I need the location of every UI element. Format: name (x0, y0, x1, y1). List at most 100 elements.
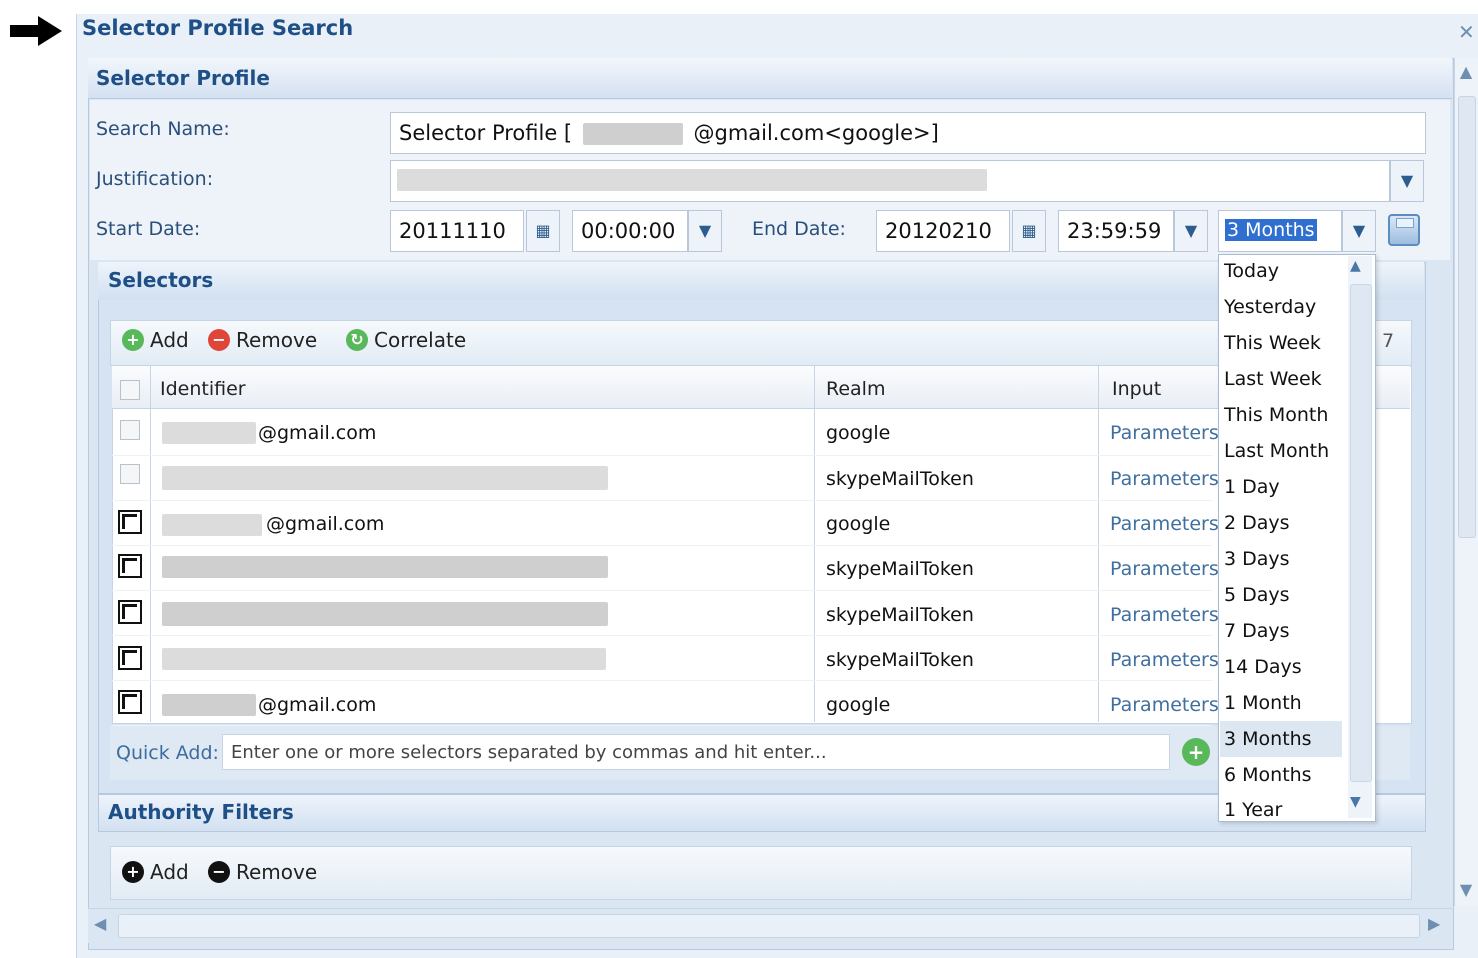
column-header-realm[interactable]: Realm (826, 378, 885, 400)
remove-label: Remove (236, 860, 318, 884)
remove-label: Remove (236, 328, 318, 352)
dropdown-option-selected[interactable]: 3 Months (1220, 721, 1342, 757)
scroll-up-icon[interactable]: ▲ (1350, 258, 1361, 274)
chevron-down-icon[interactable]: ▼ (688, 210, 722, 252)
scroll-left-icon[interactable]: ◀ (94, 914, 106, 933)
realm-cell: google (826, 694, 891, 716)
parameters-link[interactable]: Parameters (1110, 513, 1219, 535)
scroll-right-icon[interactable]: ▶ (1428, 914, 1440, 933)
correlate-icon: ↻ (346, 329, 368, 351)
realm-cell: skypeMailToken (826, 558, 974, 580)
end-date-label: End Date: (752, 218, 846, 240)
parameters-link[interactable]: Parameters (1110, 468, 1219, 490)
column-header-input[interactable]: Input (1112, 378, 1161, 400)
horizontal-scroll-thumb[interactable] (118, 914, 1420, 938)
dropdown-option[interactable]: 7 Days (1224, 613, 1342, 649)
dropdown-option[interactable]: Last Month (1224, 433, 1342, 469)
add-authority-button[interactable]: + Add (122, 860, 189, 884)
search-name-prefix: Selector Profile [ (399, 121, 573, 145)
chevron-down-icon[interactable]: ▼ (1342, 210, 1376, 252)
dropdown-option[interactable]: 14 Days (1224, 649, 1342, 685)
start-date-label: Start Date: (96, 218, 201, 240)
redacted-text (397, 169, 987, 191)
start-date-field[interactable]: 20111110 (390, 210, 524, 252)
dropdown-option[interactable]: 1 Month (1224, 685, 1342, 721)
correlate-button[interactable]: ↻ Correlate (346, 328, 466, 352)
add-label: Add (150, 328, 189, 352)
parameters-link[interactable]: Parameters (1110, 422, 1219, 444)
scroll-down-icon[interactable]: ▼ (1350, 794, 1361, 810)
row-checkbox[interactable] (120, 420, 140, 440)
parameters-link[interactable]: Parameters (1110, 604, 1219, 626)
add-label: Add (150, 860, 189, 884)
realm-cell: skypeMailToken (826, 604, 974, 626)
redacted-text (582, 123, 683, 145)
selectors-title: Selectors (108, 268, 214, 292)
authority-filters-title: Authority Filters (108, 800, 294, 824)
parameters-link[interactable]: Parameters (1110, 558, 1219, 580)
start-time-field[interactable]: 00:00:00 (572, 210, 688, 252)
arrow-right-icon (10, 16, 62, 46)
add-icon[interactable]: + (1182, 738, 1210, 766)
remove-icon: − (208, 861, 230, 883)
date-range-select[interactable]: 3 Months (1218, 210, 1342, 252)
end-time-field[interactable]: 23:59:59 (1058, 210, 1174, 252)
correlate-label: Correlate (374, 328, 467, 352)
search-name-label: Search Name: (96, 118, 230, 140)
identifier-cell: @gmail.com (258, 694, 377, 716)
add-icon: + (122, 329, 144, 351)
dropdown-scroll-thumb[interactable] (1350, 284, 1372, 782)
redacted-text (162, 694, 256, 716)
window-title: Selector Profile Search (82, 16, 354, 40)
add-selector-button[interactable]: + Add (122, 328, 189, 352)
redacted-text (162, 602, 608, 626)
dropdown-option[interactable]: Last Week (1224, 361, 1342, 397)
end-date-field[interactable]: 20120210 (876, 210, 1010, 252)
dropdown-option[interactable]: 3 Days (1224, 541, 1342, 577)
select-all-checkbox[interactable] (120, 380, 140, 400)
dropdown-option[interactable]: 1 Year (1224, 793, 1342, 819)
save-icon[interactable] (1388, 214, 1420, 246)
search-name-suffix: @gmail.com<google>] (693, 121, 939, 145)
remove-selector-button[interactable]: − Remove (208, 328, 317, 352)
grid-header (112, 366, 1410, 409)
chevron-down-icon[interactable]: ▼ (1390, 160, 1424, 202)
row-checkbox-checked[interactable] (118, 600, 142, 624)
close-icon[interactable]: ✕ (1458, 20, 1478, 44)
parameters-link[interactable]: Parameters (1110, 649, 1219, 671)
scroll-up-icon[interactable]: ▲ (1454, 62, 1478, 82)
calendar-icon[interactable]: ▦ (526, 210, 560, 252)
column-header-identifier[interactable]: Identifier (160, 378, 246, 400)
dropdown-option[interactable]: Yesterday (1224, 289, 1342, 325)
dropdown-option[interactable]: Today (1224, 253, 1342, 289)
parameters-link[interactable]: Parameters (1110, 694, 1219, 716)
remove-authority-button[interactable]: − Remove (208, 860, 317, 884)
vertical-scroll-thumb[interactable] (1458, 96, 1476, 538)
panel-title: Selector Profile (96, 66, 270, 90)
row-checkbox-checked[interactable] (118, 690, 142, 714)
dropdown-option[interactable]: This Week (1224, 325, 1342, 361)
chevron-down-icon[interactable]: ▼ (1174, 210, 1208, 252)
search-name-field[interactable]: Selector Profile [ @gmail.com<google>] (390, 112, 1426, 154)
redacted-text (162, 648, 606, 670)
row-checkbox-checked[interactable] (118, 554, 142, 578)
dropdown-option[interactable]: 1 Day (1224, 469, 1342, 505)
dropdown-option[interactable]: 5 Days (1224, 577, 1342, 613)
redacted-text (162, 422, 256, 444)
dropdown-option[interactable]: This Month (1224, 397, 1342, 433)
justification-field[interactable] (390, 160, 1390, 202)
realm-cell: skypeMailToken (826, 468, 974, 490)
date-range-value: 3 Months (1225, 219, 1317, 241)
realm-cell: skypeMailToken (826, 649, 974, 671)
panel-header (88, 58, 1452, 99)
row-checkbox-checked[interactable] (118, 646, 142, 670)
dropdown-option[interactable]: 2 Days (1224, 505, 1342, 541)
row-checkbox-checked[interactable] (118, 510, 142, 534)
quick-add-input[interactable]: Enter one or more selectors separated by… (222, 734, 1170, 770)
calendar-icon[interactable]: ▦ (1012, 210, 1046, 252)
scroll-down-icon[interactable]: ▼ (1454, 880, 1478, 902)
realm-cell: google (826, 513, 891, 535)
redacted-text (162, 466, 608, 490)
dropdown-option[interactable]: 6 Months (1224, 757, 1342, 793)
row-checkbox[interactable] (120, 464, 140, 484)
